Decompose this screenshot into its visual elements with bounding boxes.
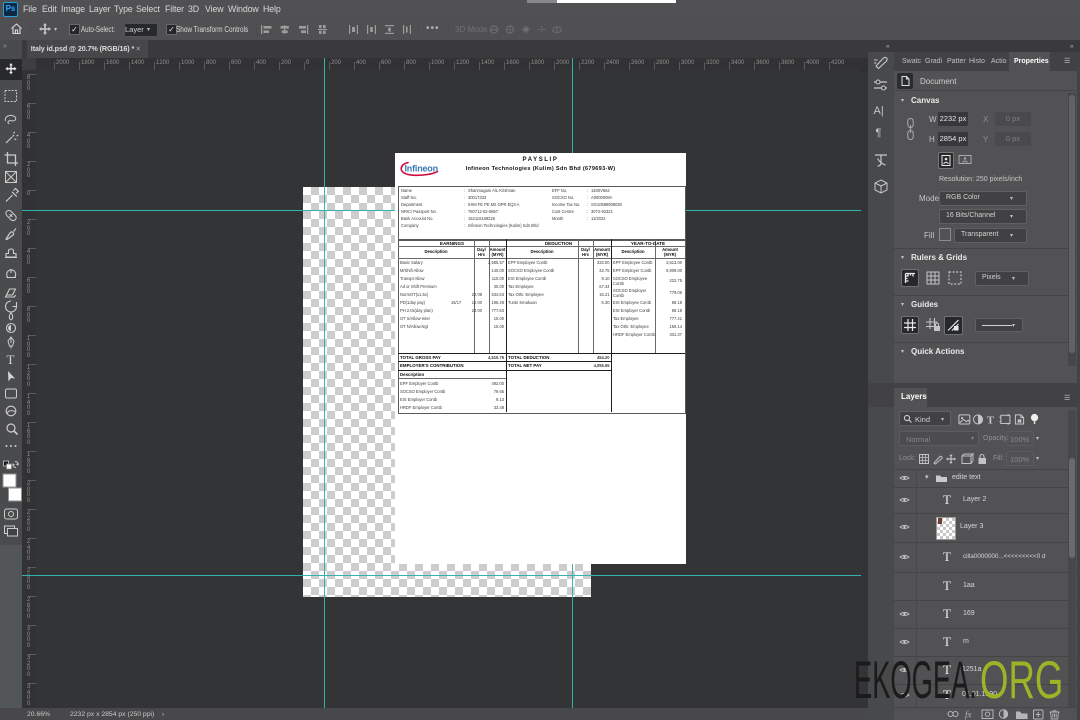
svg-text:¶: ¶ [876, 127, 882, 139]
svg-text:A|: A| [874, 105, 884, 117]
svg-text:fx: fx [965, 710, 972, 720]
svg-text:T: T [987, 414, 995, 425]
svg-text:T: T [7, 352, 15, 367]
